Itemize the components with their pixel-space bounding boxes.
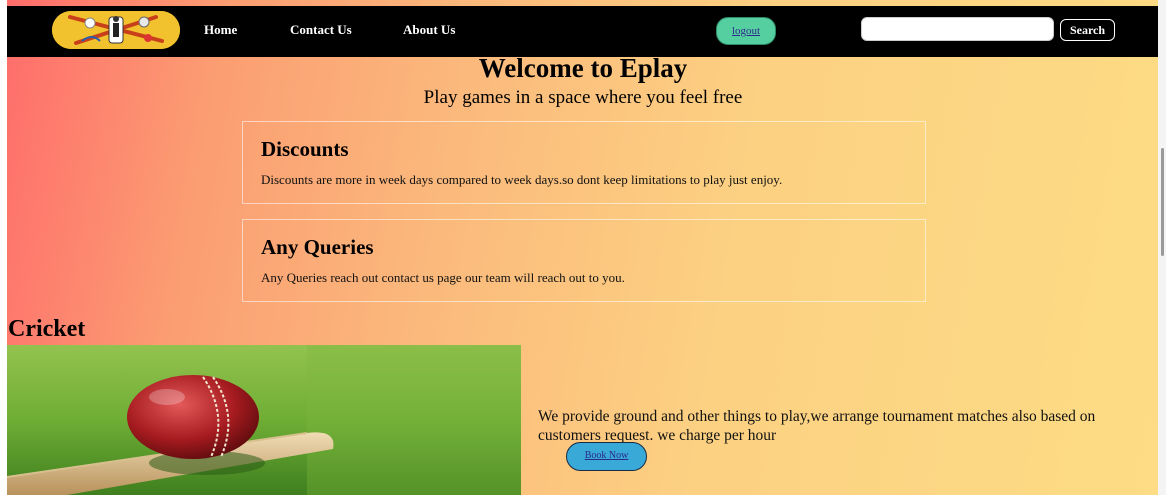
nav-about-us-link[interactable]: About Us bbox=[403, 22, 455, 38]
page-subtitle: Play games in a space where you feel fre… bbox=[423, 87, 743, 108]
discounts-card: Discounts Discounts are more in week day… bbox=[242, 121, 926, 204]
card-heading: Any Queries bbox=[261, 235, 374, 259]
logout-button[interactable]: logout bbox=[716, 17, 776, 45]
search-button[interactable]: Search bbox=[1060, 19, 1115, 41]
queries-card: Any Queries Any Queries reach out contac… bbox=[242, 219, 926, 302]
page-title: Welcome to Eplay bbox=[478, 53, 688, 83]
book-now-button[interactable]: Book Now bbox=[566, 442, 647, 471]
nav-home-link[interactable]: Home bbox=[204, 22, 237, 38]
cricket-section-title: Cricket bbox=[8, 316, 86, 342]
sports-logo-icon bbox=[52, 11, 180, 49]
card-heading: Discounts bbox=[261, 137, 349, 161]
scrollbar-thumb[interactable] bbox=[1161, 148, 1164, 256]
top-navbar: Home Contact Us About Us logout Search bbox=[7, 6, 1158, 57]
cricket-description: We provide ground and other things to pl… bbox=[538, 408, 1096, 444]
cricket-ball-image bbox=[7, 345, 521, 495]
card-text: Any Queries reach out contact us page ou… bbox=[261, 270, 625, 285]
search-input[interactable] bbox=[861, 17, 1054, 41]
nav-contact-us-link[interactable]: Contact Us bbox=[290, 22, 352, 38]
site-logo[interactable] bbox=[52, 11, 180, 49]
card-text: Discounts are more in week days compared… bbox=[261, 172, 783, 187]
